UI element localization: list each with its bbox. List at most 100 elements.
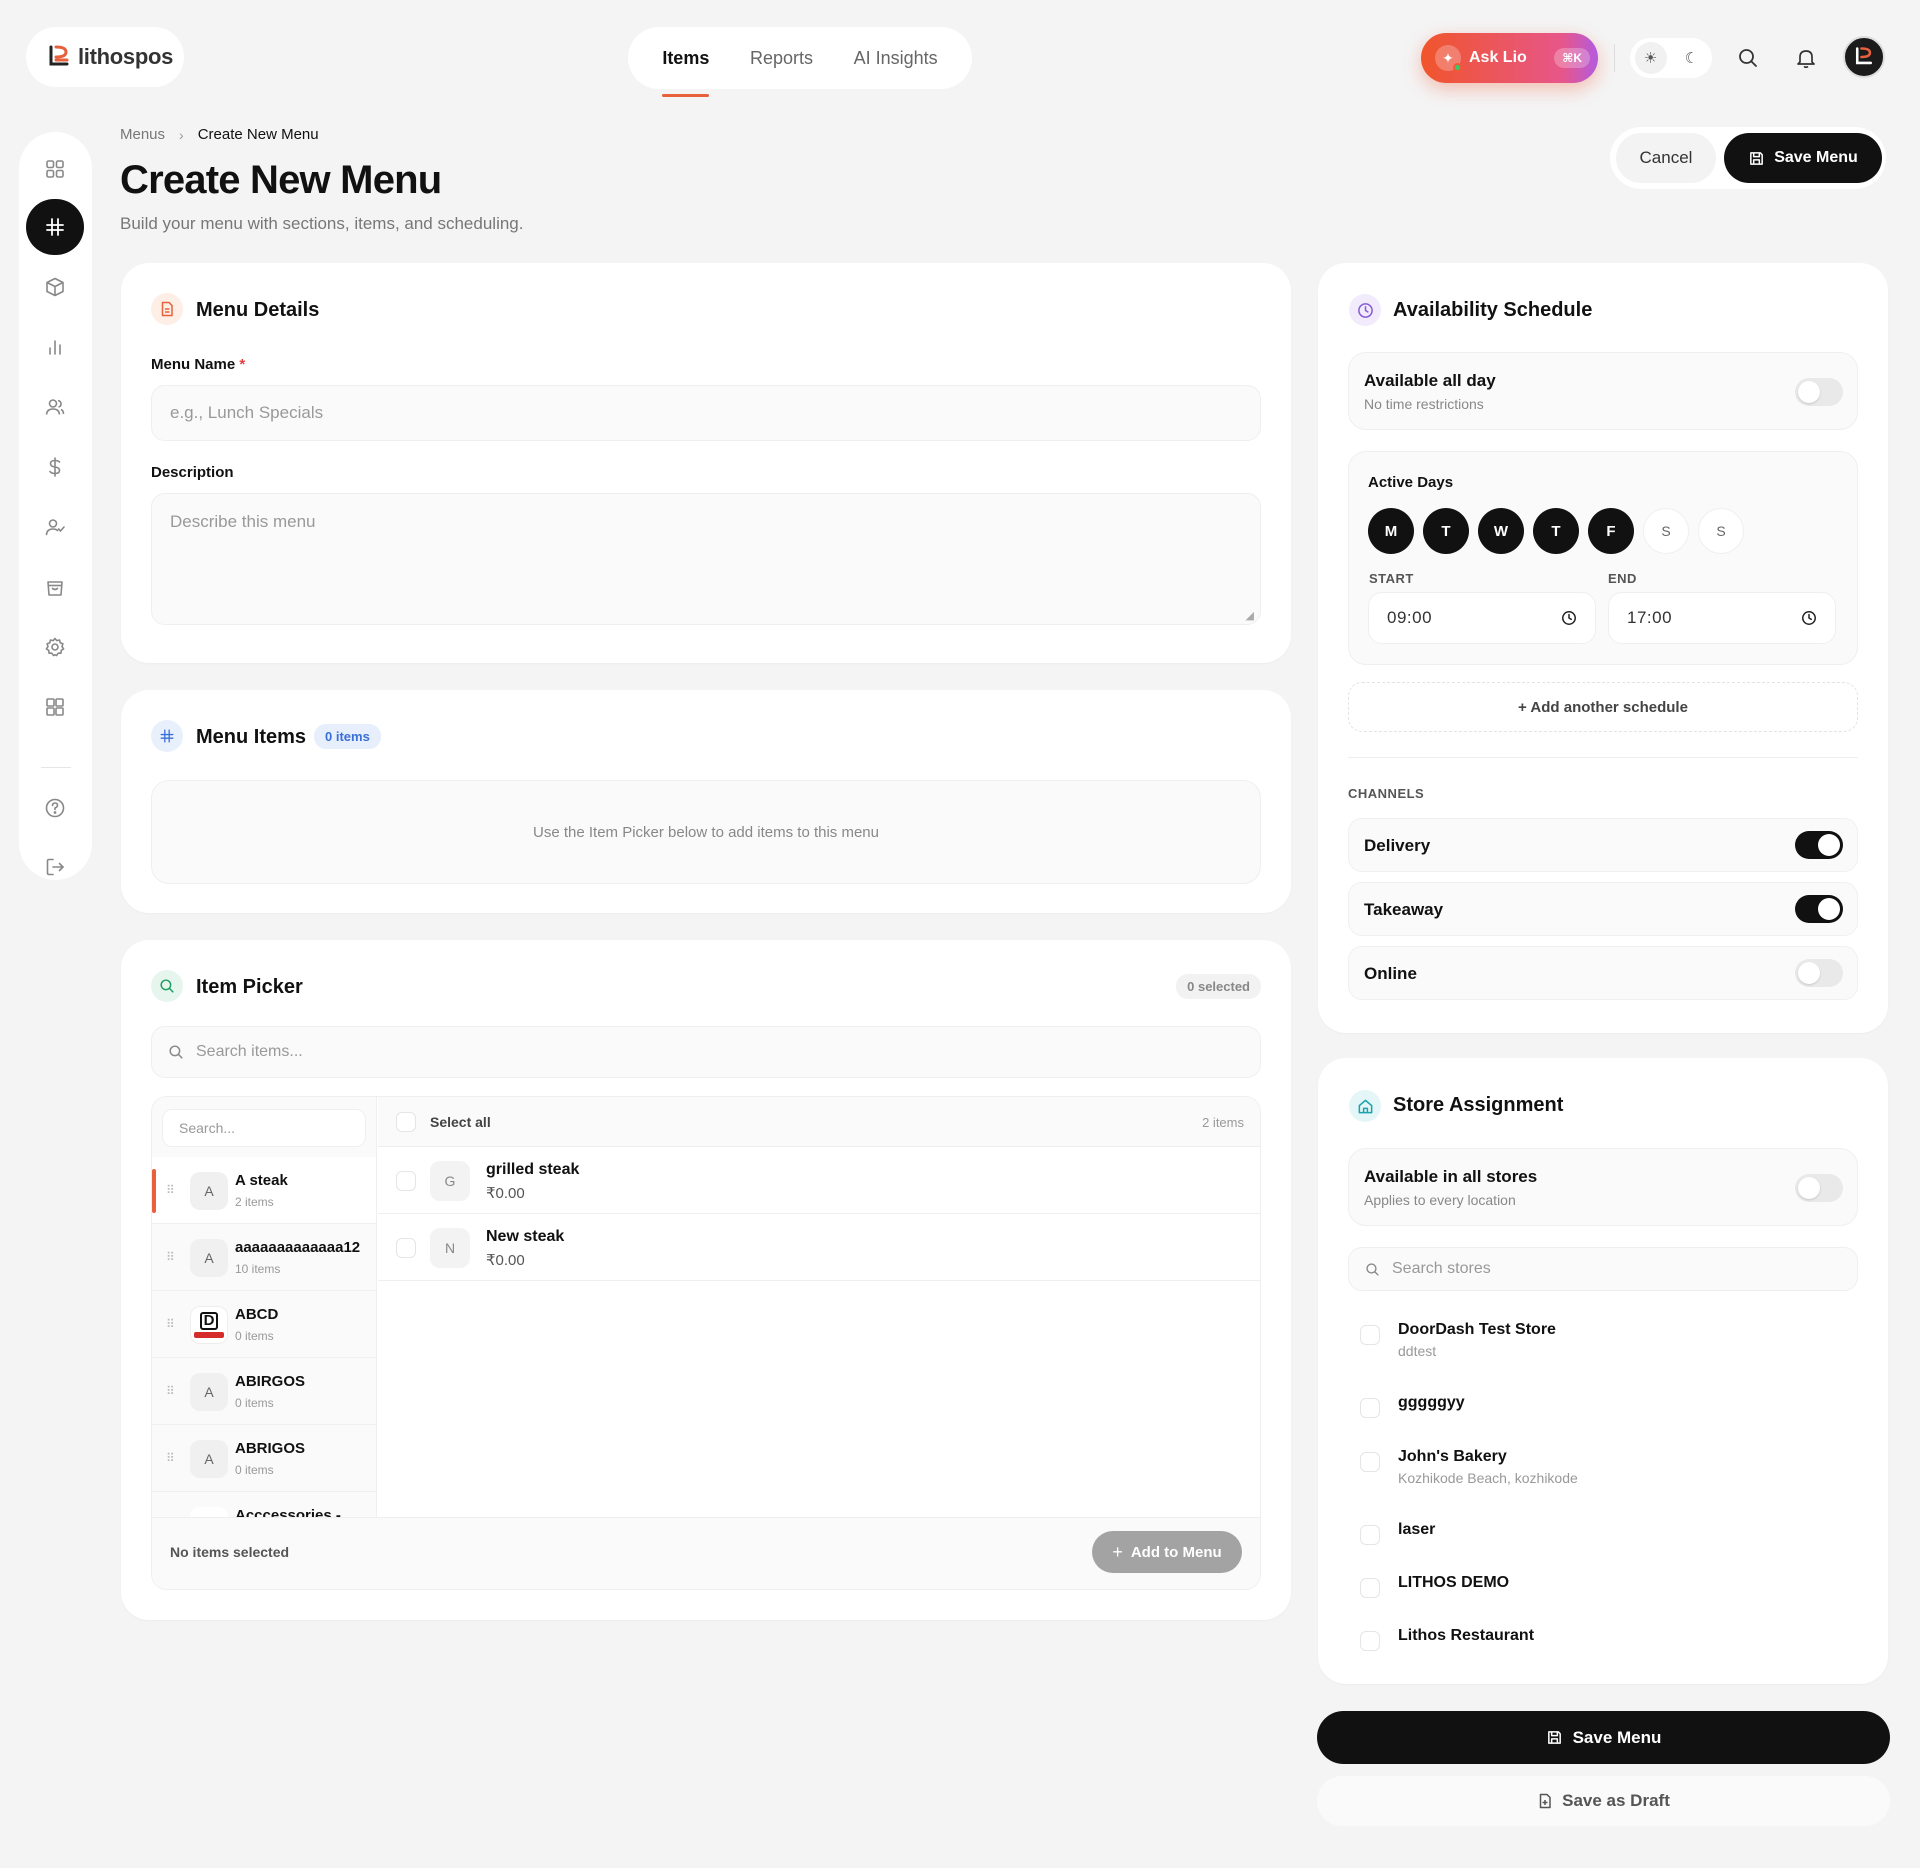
menu-name-input[interactable]: e.g., Lunch Specials: [151, 385, 1261, 441]
cancel-button[interactable]: Cancel: [1616, 133, 1716, 183]
add-to-menu-button[interactable]: + Add to Menu: [1092, 1531, 1242, 1573]
channels-divider: [1348, 757, 1858, 758]
sidebar-item-customers[interactable]: [25, 379, 85, 435]
save-menu-bottom-label: Save Menu: [1572, 1727, 1662, 1747]
ask-lio-button[interactable]: ✦ Ask Lio ⌘K: [1421, 33, 1598, 83]
drag-handle-icon[interactable]: ⠿: [166, 1317, 175, 1331]
category-search-placeholder: Search...: [179, 1120, 236, 1136]
select-all-label[interactable]: Select all: [430, 1114, 491, 1130]
store-name: laser: [1398, 1521, 1436, 1538]
breadcrumb-root[interactable]: Menus: [120, 126, 165, 143]
sun-icon[interactable]: ☀: [1634, 42, 1667, 74]
dollar-icon: [49, 457, 61, 477]
item-checkbox[interactable]: [396, 1238, 416, 1258]
category-search-input[interactable]: Search...: [162, 1109, 366, 1147]
sidebar-item-settings[interactable]: [25, 619, 85, 675]
file-icon: [1539, 1793, 1551, 1809]
sidebar-item-staff[interactable]: [25, 499, 85, 555]
sidebar-item-orders[interactable]: [25, 559, 85, 615]
day-toggle-sat[interactable]: S: [1643, 508, 1689, 554]
channel-name: Delivery: [1364, 836, 1431, 855]
sidebar-item-analytics[interactable]: [25, 319, 85, 375]
category-row[interactable]: ⠿ A A steak 2 items: [152, 1157, 376, 1224]
day-toggle-mon[interactable]: M: [1368, 508, 1414, 554]
channel-row-online: Online: [1348, 946, 1858, 1000]
ask-lio-shortcut: ⌘K: [1554, 48, 1590, 68]
category-row[interactable]: ⠿ ◔ Acccessories -: [152, 1492, 376, 1519]
store-checkbox[interactable]: [1360, 1325, 1380, 1345]
store-checkbox[interactable]: [1360, 1525, 1380, 1545]
sidebar-item-finance[interactable]: [25, 439, 85, 495]
end-time-input[interactable]: 17:00: [1608, 592, 1836, 644]
availability-title: Availability Schedule: [1393, 299, 1593, 321]
day-toggle-tue[interactable]: T: [1423, 508, 1469, 554]
drag-handle-icon[interactable]: ⠿: [166, 1250, 175, 1264]
gear-icon: [45, 637, 65, 657]
menu-items-empty-text: Use the Item Picker below to add items t…: [533, 823, 879, 841]
category-row[interactable]: ⠿ A ABIRGOS 0 items: [152, 1358, 376, 1425]
search-icon[interactable]: [1728, 38, 1768, 78]
takeaway-toggle[interactable]: [1795, 895, 1843, 923]
category-row[interactable]: ⠿ D ABCD 0 items: [152, 1291, 376, 1358]
start-time-input[interactable]: 09:00: [1368, 592, 1596, 644]
category-row[interactable]: ⠿ A aaaaaaaaaaaaa12 10 items: [152, 1224, 376, 1291]
drag-handle-icon[interactable]: ⠿: [166, 1451, 175, 1465]
day-toggle-fri[interactable]: F: [1588, 508, 1634, 554]
sidebar-item-menus[interactable]: [26, 199, 84, 255]
app-logo[interactable]: lithospos: [26, 27, 184, 87]
sidebar-item-products[interactable]: [25, 259, 85, 315]
all-stores-toggle[interactable]: [1795, 1174, 1843, 1202]
store-search-input[interactable]: Search stores: [1348, 1247, 1858, 1291]
day-toggle-sun[interactable]: S: [1698, 508, 1744, 554]
moon-icon[interactable]: ☾: [1676, 42, 1708, 74]
store-checkbox[interactable]: [1360, 1578, 1380, 1598]
drag-handle-icon[interactable]: ⠿: [166, 1183, 175, 1197]
tab-reports[interactable]: Reports: [750, 27, 813, 89]
store-checkbox[interactable]: [1360, 1398, 1380, 1418]
item-row[interactable]: G grilled steak ₹0.00: [378, 1147, 1260, 1214]
theme-switcher: ☀ ☾: [1630, 38, 1712, 78]
category-count: 10 items: [235, 1262, 281, 1276]
day-toggle-wed[interactable]: W: [1478, 508, 1524, 554]
save-menu-button-bottom[interactable]: Save Menu: [1317, 1711, 1890, 1764]
store-name: gggggyy: [1398, 1394, 1465, 1411]
tab-ai-insights[interactable]: AI Insights: [854, 27, 938, 89]
sidebar-item-help[interactable]: [25, 780, 85, 836]
store-subtitle: ddtest: [1398, 1343, 1437, 1359]
category-row[interactable]: ⠿ A ABRIGOS 0 items: [152, 1425, 376, 1492]
store-checkbox[interactable]: [1360, 1452, 1380, 1472]
save-draft-button[interactable]: Save as Draft: [1317, 1776, 1890, 1826]
item-price: ₹0.00: [486, 1252, 525, 1269]
channels-label: CHANNELS: [1348, 786, 1425, 801]
sidebar-item-logout[interactable]: [25, 839, 85, 895]
category-name: ABCD: [235, 1306, 279, 1323]
store-checkbox[interactable]: [1360, 1631, 1380, 1651]
logout-icon: [46, 858, 64, 876]
delivery-toggle[interactable]: [1795, 831, 1843, 859]
item-checkbox[interactable]: [396, 1171, 416, 1191]
add-schedule-button[interactable]: + Add another schedule: [1348, 682, 1858, 732]
sidebar-item-integrations[interactable]: [25, 679, 85, 735]
menu-details-title: Menu Details: [196, 299, 320, 321]
item-row[interactable]: N New steak ₹0.00: [378, 1214, 1260, 1281]
bell-icon[interactable]: [1786, 38, 1826, 78]
clock-icon: [1562, 611, 1576, 625]
item-name: New steak: [486, 1228, 565, 1245]
online-toggle[interactable]: [1795, 959, 1843, 987]
description-textarea[interactable]: Describe this menu ◢: [151, 493, 1261, 625]
all-day-toggle[interactable]: [1795, 378, 1843, 406]
store-name: Lithos Restaurant: [1398, 1627, 1535, 1644]
item-search-input[interactable]: Search items...: [151, 1026, 1261, 1078]
day-toggle-thu[interactable]: T: [1533, 508, 1579, 554]
user-avatar[interactable]: [1843, 36, 1885, 78]
sidebar-divider: [41, 767, 71, 768]
tab-items[interactable]: Items: [662, 27, 710, 97]
save-menu-button[interactable]: Save Menu: [1724, 133, 1882, 183]
channel-row-takeaway: Takeaway: [1348, 882, 1858, 936]
drag-handle-icon[interactable]: ⠿: [166, 1384, 175, 1398]
store-assignment-title: Store Assignment: [1393, 1094, 1564, 1116]
menu-items-card: Menu Items 0 items Use the Item Picker b…: [121, 690, 1291, 913]
lithos-logo-icon: [49, 45, 69, 66]
select-all-checkbox[interactable]: [396, 1112, 416, 1132]
sidebar-item-dashboard[interactable]: [25, 141, 85, 197]
